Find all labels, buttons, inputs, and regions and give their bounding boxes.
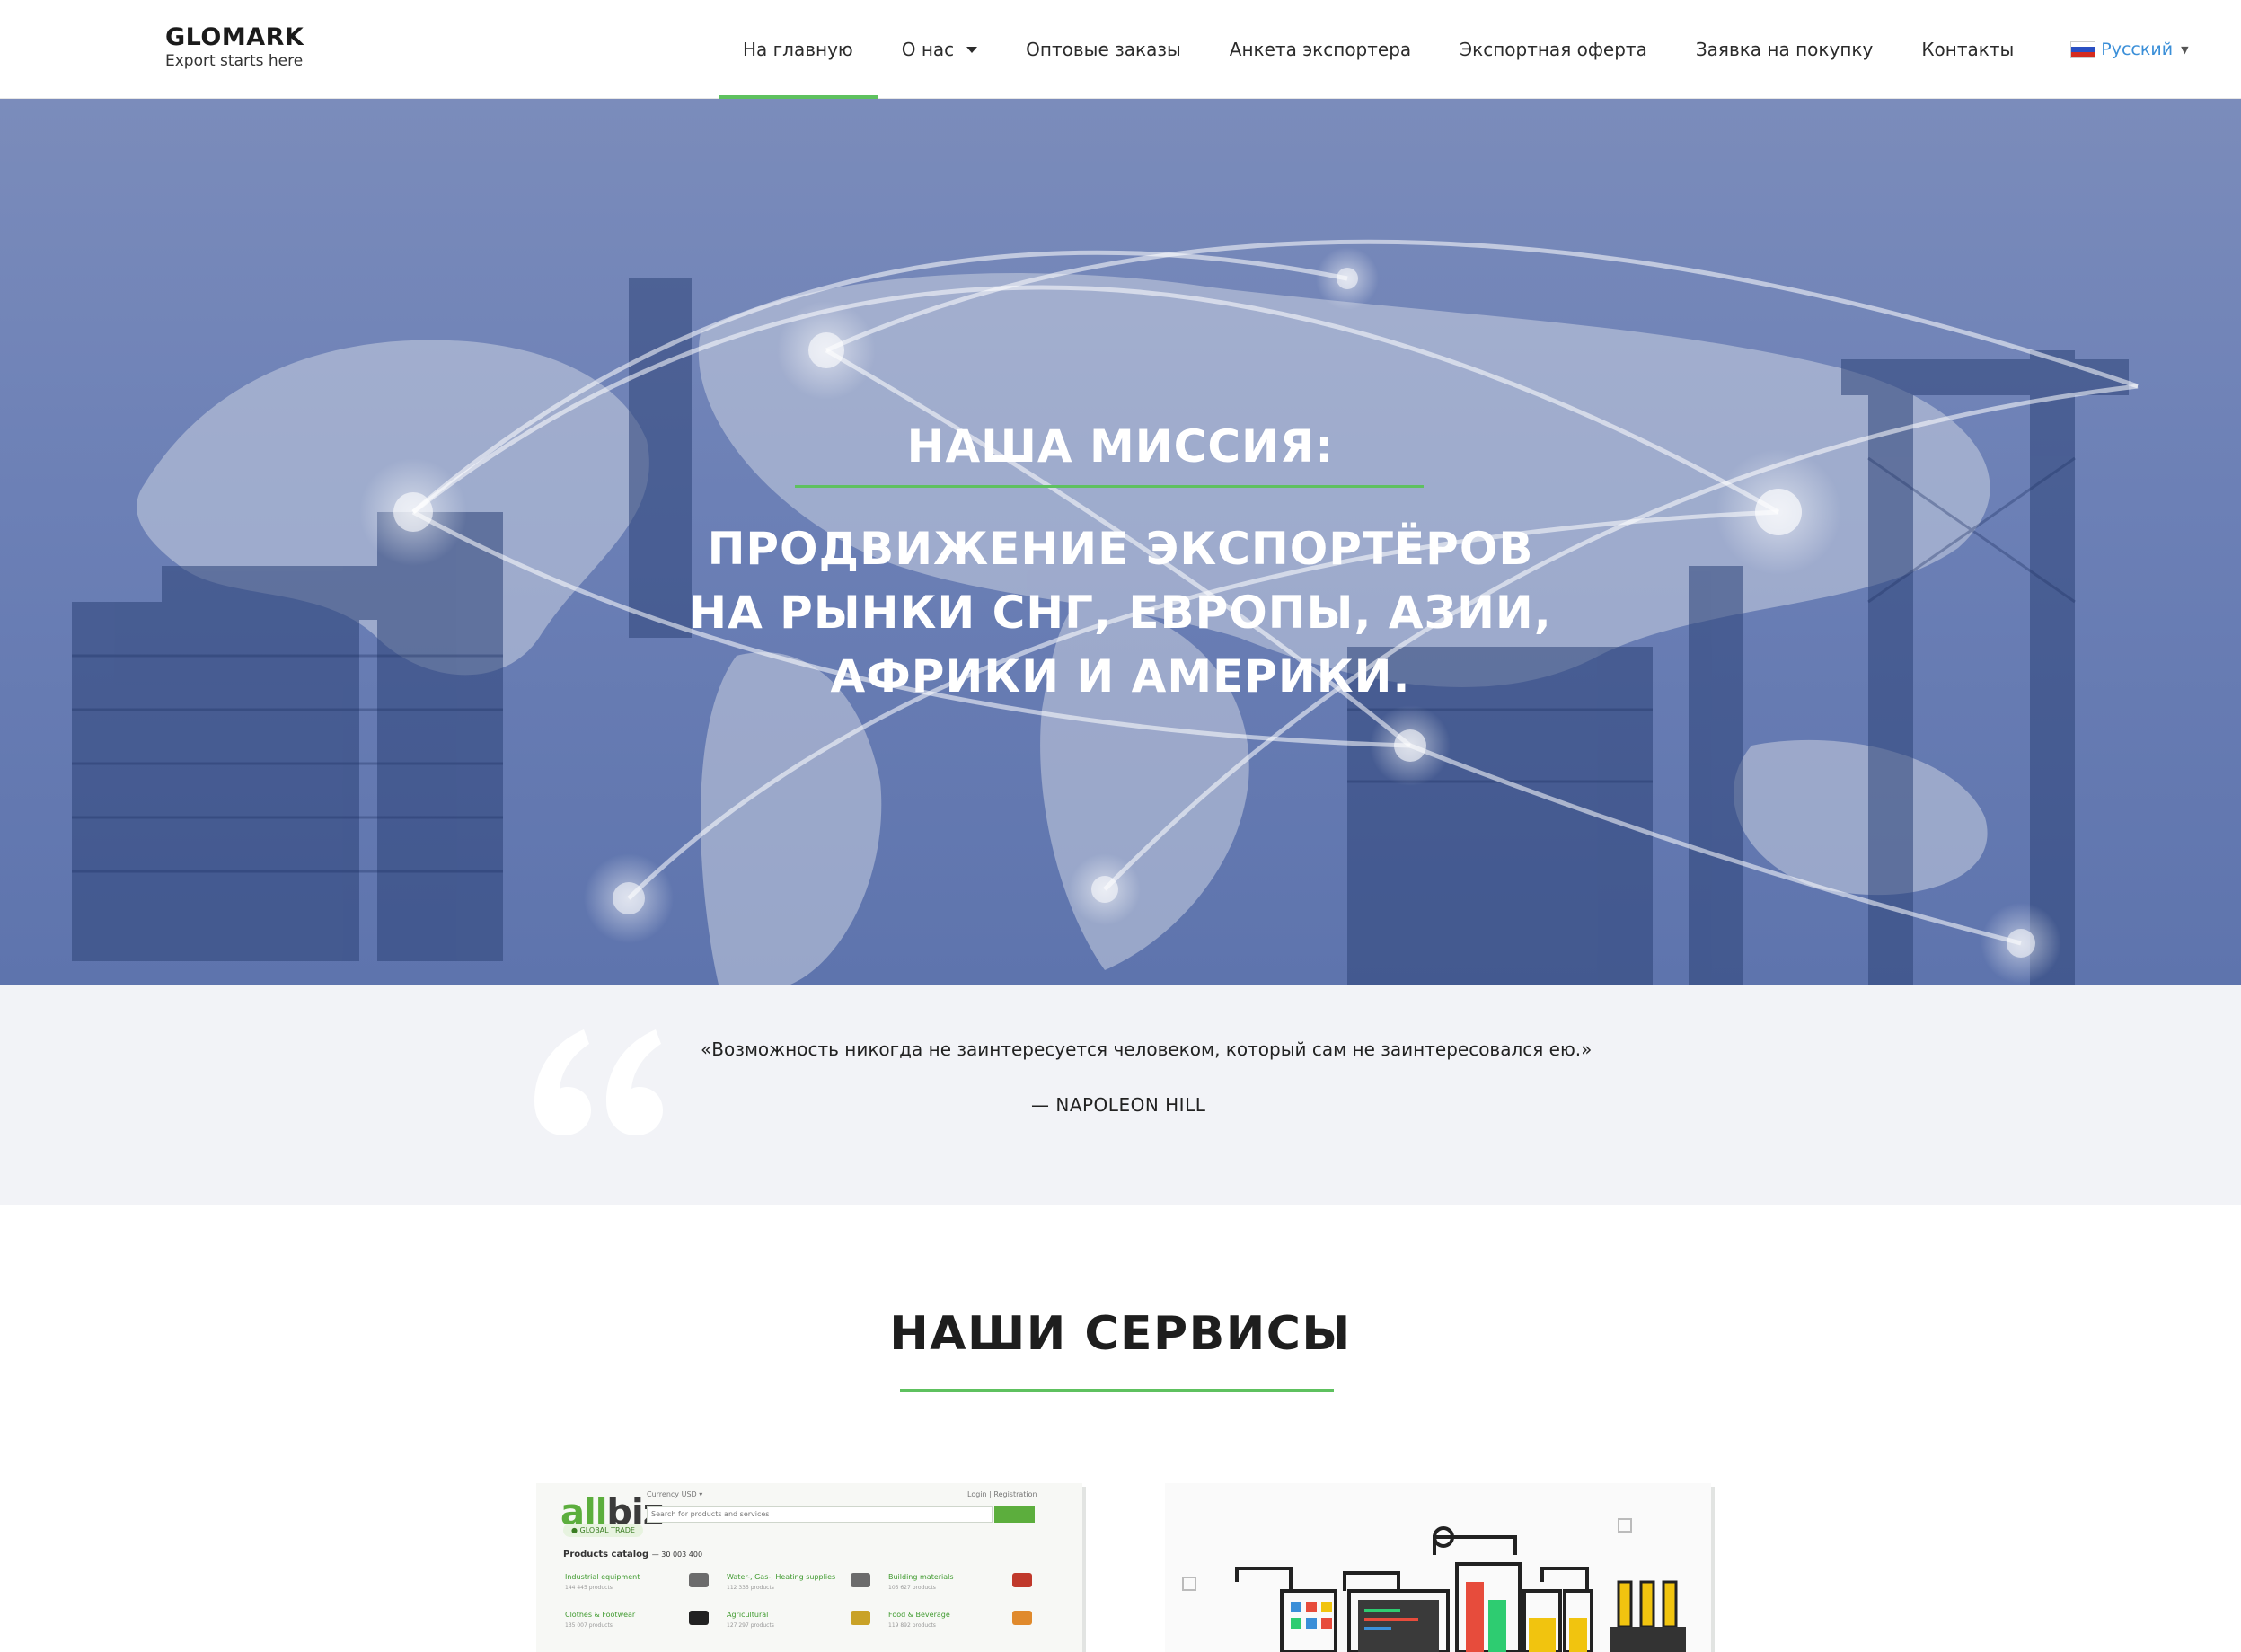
category-count: 119 892 products bbox=[888, 1622, 936, 1629]
category-link: Building materials bbox=[888, 1573, 954, 1581]
search-icon bbox=[994, 1506, 1035, 1523]
caret-down-icon bbox=[966, 46, 978, 53]
nav-item-label: Контакты bbox=[1921, 39, 2015, 60]
services-title: НАШИ СЕРВИСЫ bbox=[889, 1307, 1352, 1361]
language-selector[interactable]: Русский ▼ bbox=[2038, 0, 2189, 99]
category-link: Agricultural bbox=[727, 1611, 769, 1619]
catalog-title: Products catalog — 30 003 400 bbox=[563, 1550, 702, 1559]
mission-statement: ПРОДВИЖЕНИЕ ЭКСПОРТЁРОВ НА РЫНКИ СНГ, ЕВ… bbox=[0, 517, 2241, 709]
category-thumbnail bbox=[851, 1611, 870, 1625]
nav-item-label: Экспортная оферта bbox=[1460, 39, 1647, 60]
services-divider bbox=[900, 1389, 1334, 1392]
login-link: Login | Registration bbox=[967, 1490, 1037, 1498]
category-thumbnail bbox=[1012, 1573, 1032, 1587]
logo-subtitle: Export starts here bbox=[165, 52, 304, 70]
category-thumbnail bbox=[1012, 1611, 1032, 1625]
russia-flag-icon bbox=[2070, 40, 2096, 58]
category-count: 105 627 products bbox=[888, 1585, 936, 1591]
lab-equipment-illustration bbox=[1182, 1518, 1686, 1652]
nav-item-label: Заявка на покупку bbox=[1695, 39, 1874, 60]
category-link: Clothes & Footwear bbox=[565, 1611, 636, 1619]
nav-item-label: Анкета экспортера bbox=[1229, 39, 1412, 60]
nav-item-label: Оптовые заказы bbox=[1026, 39, 1181, 60]
allbiz-search-input: Search for products and services bbox=[647, 1506, 993, 1523]
nav-item-home[interactable]: На главную bbox=[719, 0, 878, 99]
category-count: 127 297 products bbox=[727, 1622, 774, 1629]
category-count: 144 445 products bbox=[565, 1585, 613, 1591]
nav-item-exporter-form[interactable]: Анкета экспортера bbox=[1205, 0, 1435, 99]
category-thumbnail bbox=[851, 1573, 870, 1587]
quote-section: «Возможность никогда не заинтересуется ч… bbox=[0, 985, 2241, 1205]
top-navbar: GLOMARK Export starts here На главную О … bbox=[0, 0, 2241, 99]
site-logo[interactable]: GLOMARK Export starts here bbox=[165, 23, 304, 70]
logo-title: GLOMARK bbox=[165, 23, 304, 51]
mission-line-2: НА РЫНКИ СНГ, ЕВРОПЫ, АЗИИ, bbox=[689, 587, 1552, 639]
catalog-title-text: Products catalog bbox=[563, 1550, 649, 1559]
quote-author: — NAPOLEON HILL bbox=[1031, 1094, 1206, 1116]
quote-text: «Возможность никогда не заинтересуется ч… bbox=[701, 1038, 1593, 1060]
nav-item-about[interactable]: О нас bbox=[878, 0, 1001, 99]
category-link: Water-, Gas-, Heating supplies bbox=[727, 1573, 836, 1581]
category-thumbnail bbox=[689, 1611, 709, 1625]
mission-divider bbox=[795, 485, 1424, 488]
search-placeholder: Search for products and services bbox=[651, 1510, 770, 1518]
category-count: 112 335 products bbox=[727, 1585, 774, 1591]
mission-line-3: АФРИКИ И АМЕРИКИ. bbox=[830, 650, 1411, 702]
nav-item-label: На главную bbox=[743, 39, 853, 60]
main-menu: На главную О нас Оптовые заказы Анкета э… bbox=[719, 0, 2189, 99]
currency-select: Currency USD ▾ bbox=[647, 1490, 703, 1498]
nav-item-wholesale[interactable]: Оптовые заказы bbox=[1001, 0, 1205, 99]
service-card-allbiz[interactable]: allbiz ● GLOBAL TRADE Currency USD ▾ Sea… bbox=[536, 1483, 1082, 1652]
category-count: 135 007 products bbox=[565, 1622, 613, 1629]
hero-content: НАША МИССИЯ: ПРОДВИЖЕНИЕ ЭКСПОРТЁРОВ НА … bbox=[0, 99, 2241, 985]
global-trade-tag: ● GLOBAL TRADE bbox=[563, 1524, 643, 1537]
category-link: Industrial equipment bbox=[565, 1573, 640, 1581]
catalog-count: — 30 003 400 bbox=[651, 1550, 703, 1559]
category-link: Food & Beverage bbox=[888, 1611, 950, 1619]
nav-item-purchase-request[interactable]: Заявка на покупку bbox=[1672, 0, 1898, 99]
category-thumbnail bbox=[689, 1573, 709, 1587]
caret-down-icon: ▼ bbox=[2181, 43, 2189, 56]
nav-item-contacts[interactable]: Контакты bbox=[1897, 0, 2038, 99]
mission-heading: НАША МИССИЯ: bbox=[906, 420, 1335, 473]
quote-mark-icon bbox=[534, 1029, 663, 1135]
nav-item-export-offer[interactable]: Экспортная оферта bbox=[1435, 0, 1672, 99]
nav-item-label: О нас bbox=[901, 39, 955, 60]
language-label: Русский bbox=[2101, 40, 2174, 59]
hero-banner: НАША МИССИЯ: ПРОДВИЖЕНИЕ ЭКСПОРТЁРОВ НА … bbox=[0, 99, 2241, 985]
mission-line-1: ПРОДВИЖЕНИЕ ЭКСПОРТЁРОВ bbox=[707, 523, 1534, 575]
service-card-lab[interactable] bbox=[1165, 1483, 1711, 1652]
